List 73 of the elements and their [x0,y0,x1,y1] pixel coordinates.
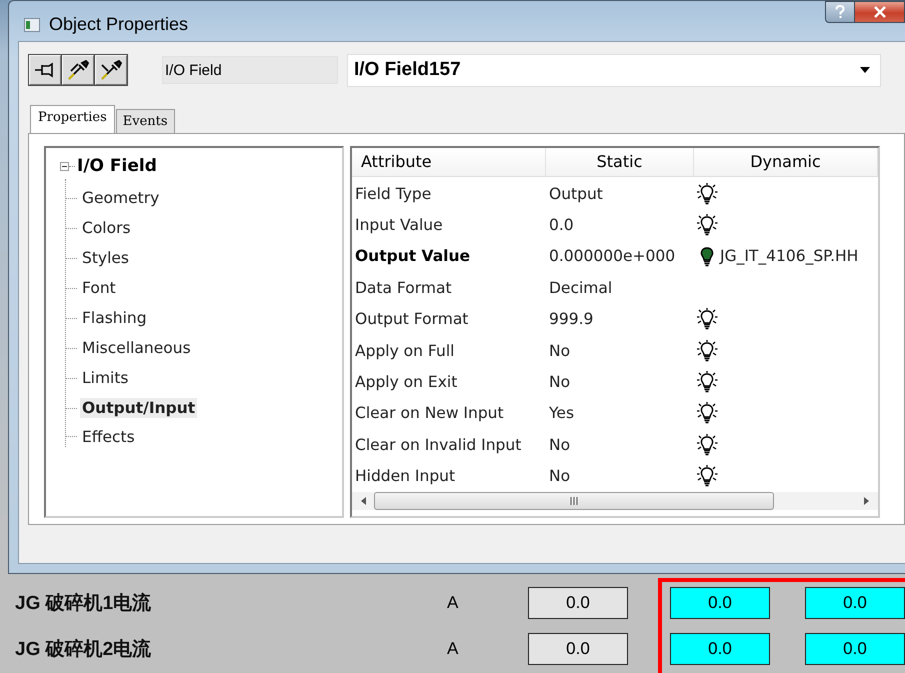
static-cell-text: No [548,467,572,486]
limit-display: 0.0 [670,633,770,665]
tree-item[interactable]: Miscellaneous [80,338,193,358]
close-button[interactable] [855,1,905,23]
caret-icon [860,67,870,73]
attribute-cell-text: Output Value [354,247,472,266]
column-header[interactable]: Attribute [352,148,546,176]
light-bulb-icon[interactable] [696,308,718,330]
attribute-cell-text: Output Format [354,310,470,328]
value-display: 0.0 [528,587,628,619]
light-bulb-icon[interactable] [696,465,718,488]
pipette-icon [66,59,90,81]
attribute-cell-text: Hidden Input [354,467,456,486]
unit-label: A [447,593,460,613]
scroll-left-icon[interactable] [360,496,368,506]
tag-name: JG_IT_4106_SP.HH [720,247,858,266]
tree-item[interactable]: Styles [80,248,132,268]
pin-button[interactable] [29,55,61,85]
signal-label: JG 破碎机2电流 [14,638,152,662]
tab[interactable]: Properties [30,105,115,133]
attribute-cell-text: Field Type [354,184,432,203]
limit-display: 0.0 [805,587,905,619]
tree-item[interactable]: Effects [80,427,137,447]
attribute-cell-text: Data Format [354,278,453,297]
static-cell-text: 0.000000e+000 [548,247,676,266]
tree-item[interactable]: Output/Input [80,398,198,418]
scroll-right-icon[interactable] [862,496,870,506]
attribute-cell-text: Apply on Full [354,342,456,360]
tree-item[interactable]: Flashing [80,308,149,328]
window-icon [24,18,40,32]
light-bulb-icon[interactable] [696,402,718,424]
light-bulb-icon[interactable] [696,214,718,236]
static-cell-text: No [548,373,572,392]
pipette-icon [99,59,123,81]
tree-item[interactable]: Font [80,278,118,298]
object-dropdown[interactable]: I/O Field157 [347,54,881,86]
column-header[interactable]: Dynamic [694,148,878,176]
static-cell-text: 0.0 [548,216,575,234]
unit-label: A [447,639,460,659]
limit-display: 0.0 [805,633,905,665]
static-cell-text: Yes [548,404,576,422]
horizontal-scrollbar[interactable] [352,492,878,510]
limit-display: 0.0 [670,587,770,619]
pipette-button[interactable] [95,55,127,85]
attribute-cell-text: Apply on Exit [354,373,458,392]
grip-icon [569,496,579,505]
tree-item[interactable]: Colors [80,218,133,238]
value-display: 0.0 [528,633,628,665]
signal-label: JG 破碎机1电流 [14,592,152,616]
help-button[interactable] [825,1,855,23]
object-type-label: I/O Field [162,56,338,84]
light-bulb-icon[interactable] [696,434,718,456]
tab[interactable]: Events [116,109,175,133]
static-cell-text: Output [548,184,604,203]
static-cell-text: No [548,342,572,360]
light-bulb-icon[interactable] [696,182,718,205]
attribute-cell-text: Clear on New Input [354,404,505,422]
static-cell-text: 999.9 [548,310,594,328]
pipette-button[interactable] [62,55,94,85]
attribute-cell-text: Clear on Invalid Input [354,436,522,454]
light-bulb-icon[interactable] [696,371,718,394]
window-title: Object Properties [49,14,188,35]
attribute-cell-text: Input Value [354,216,444,234]
static-cell-text: No [548,436,572,454]
tree-item[interactable]: Geometry [80,188,162,208]
collapse-icon[interactable] [60,162,69,170]
column-header[interactable]: Static [546,148,694,176]
tree-item[interactable]: Limits [80,368,130,388]
light-bulb-icon[interactable] [696,340,718,362]
help-icon [834,5,846,19]
close-icon [872,6,886,18]
static-cell-text: Decimal [548,278,614,297]
tree-item[interactable]: I/O Field [75,156,157,176]
